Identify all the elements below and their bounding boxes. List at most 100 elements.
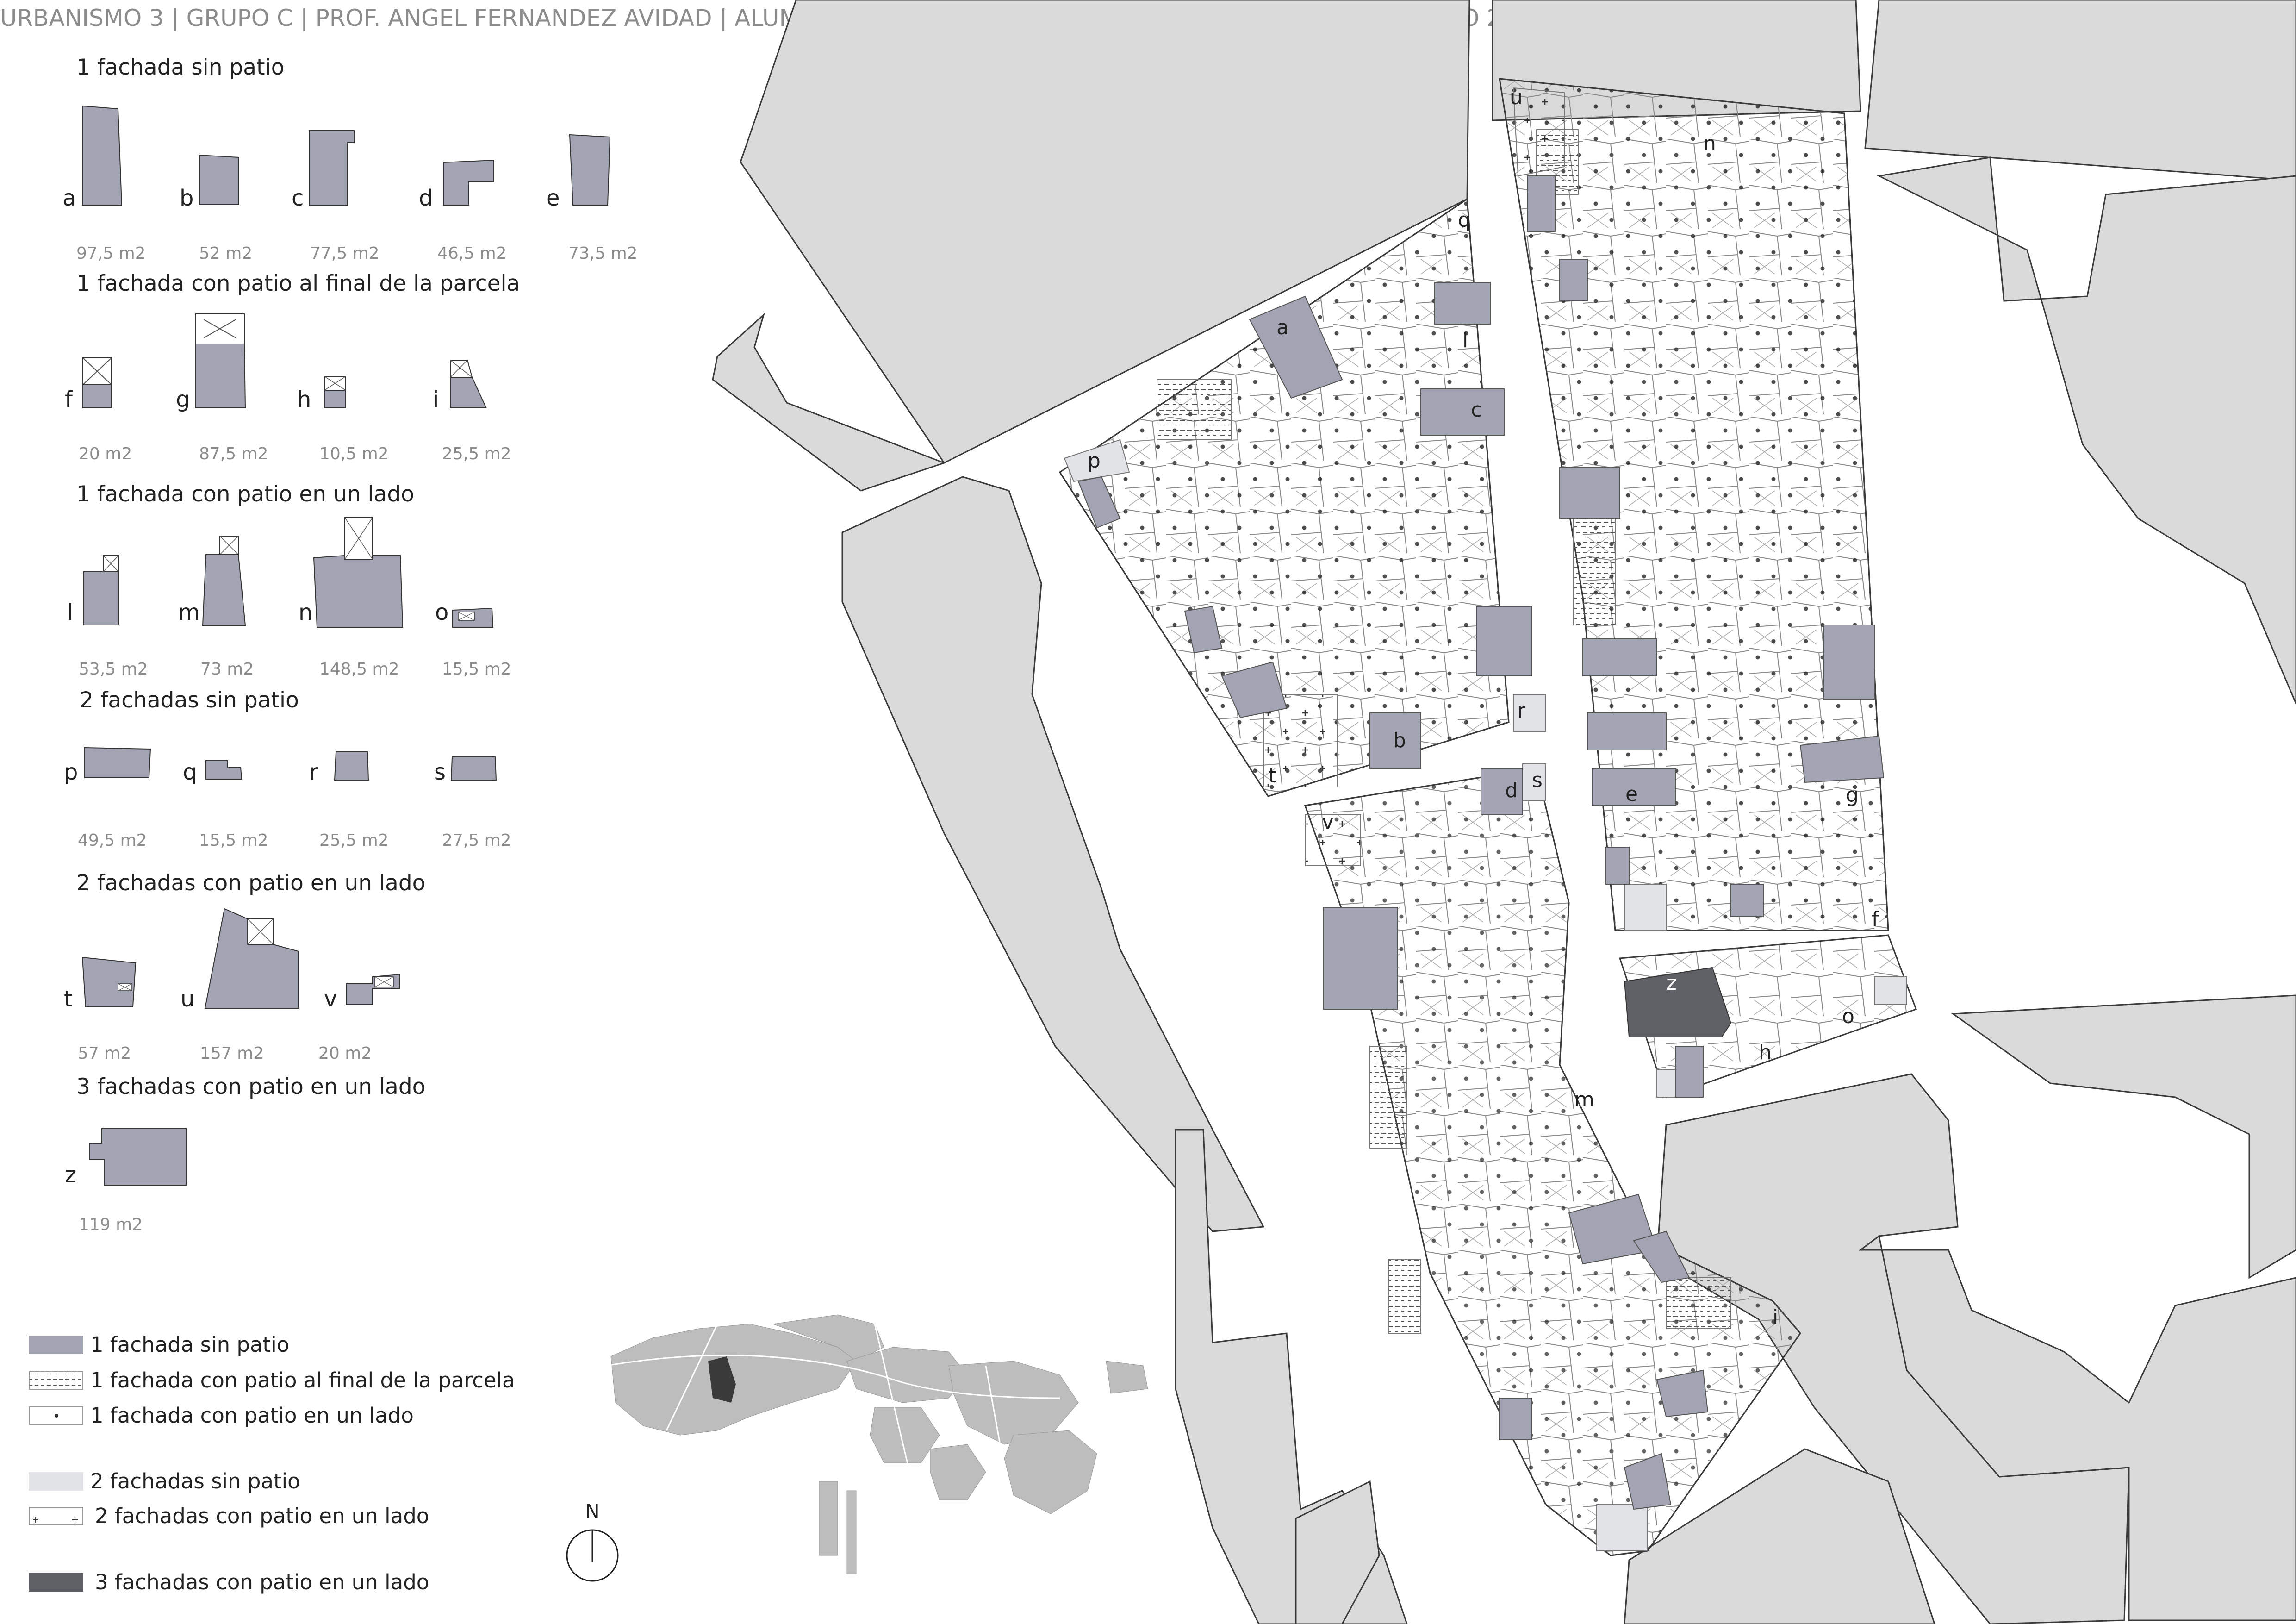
item-letter-b: b xyxy=(180,185,194,211)
item-letter-f: f xyxy=(65,387,73,412)
parcel-shape-r xyxy=(334,751,369,781)
map-label-r: r xyxy=(1517,699,1526,723)
parcel-shape-u xyxy=(204,908,299,1009)
legend-label-4: 2 fachadas sin patio xyxy=(90,1469,300,1493)
item-letter-r: r xyxy=(309,759,318,785)
section-title-6: 3 fachadas con patio en un lado xyxy=(76,1074,426,1099)
item-letter-c: c xyxy=(292,185,304,211)
section-title-2: 1 fachada con patio al final de la parce… xyxy=(76,271,520,296)
item-area-o: 15,5 m2 xyxy=(442,660,511,679)
item-area-f: 20 m2 xyxy=(79,444,132,463)
map-label-f: f xyxy=(1872,907,1879,931)
parcel-shape-o xyxy=(452,607,494,628)
north-label: N xyxy=(585,1500,600,1523)
item-area-n: 148,5 m2 xyxy=(319,660,399,679)
parcel-shape-b xyxy=(199,154,239,205)
item-area-m: 73 m2 xyxy=(200,660,254,679)
parcel-shape-s xyxy=(450,756,497,781)
item-area-b: 52 m2 xyxy=(199,244,253,263)
section-title-5: 2 fachadas con patio en un lado xyxy=(76,870,426,896)
item-letter-h: h xyxy=(297,387,311,412)
item-area-p: 49,5 m2 xyxy=(78,831,147,850)
legend-swatch-solid-dark xyxy=(29,1573,83,1592)
item-letter-e: e xyxy=(546,185,560,211)
section-title-1: 1 fachada sin patio xyxy=(76,55,285,80)
parcel-shape-d xyxy=(443,159,494,206)
item-area-l: 53,5 m2 xyxy=(79,660,148,679)
map-label-m: m xyxy=(1574,1088,1594,1112)
item-letter-l: l xyxy=(67,600,74,625)
parcel-shape-h xyxy=(324,376,346,408)
map-label-b: b xyxy=(1393,729,1406,752)
parcel-shape-z xyxy=(89,1128,187,1186)
map-label-v: v xyxy=(1322,810,1334,834)
legend-label-3: 1 fachada con patio en un lado xyxy=(90,1403,414,1428)
legend-swatch-hatch xyxy=(29,1371,83,1390)
item-letter-a: a xyxy=(62,185,76,211)
map-label-t: t xyxy=(1268,764,1276,787)
item-letter-t: t xyxy=(64,986,73,1012)
map-label-u: u xyxy=(1510,86,1523,109)
section-title-3: 1 fachada con patio en un lado xyxy=(76,481,414,507)
legend-swatch-crosses xyxy=(29,1507,83,1525)
item-area-t: 57 m2 xyxy=(78,1044,131,1063)
item-letter-v: v xyxy=(324,986,337,1012)
item-area-d: 46,5 m2 xyxy=(437,244,507,263)
parcel-shape-n xyxy=(313,517,404,628)
legend-label-2: 1 fachada con patio al final de la parce… xyxy=(90,1368,515,1393)
item-letter-q: q xyxy=(183,759,197,785)
parcel-shape-f xyxy=(82,357,112,408)
parcel-shape-i xyxy=(450,360,487,408)
parcel-shape-g xyxy=(195,313,246,408)
item-letter-s: s xyxy=(434,759,446,785)
item-letter-o: o xyxy=(435,600,449,625)
parcel-shape-l xyxy=(83,555,119,625)
parcel-shape-a xyxy=(82,105,123,206)
map-label-i: i xyxy=(1773,1305,1778,1329)
item-area-i: 25,5 m2 xyxy=(442,444,511,463)
parcel-shape-c xyxy=(309,130,355,206)
item-area-q: 15,5 m2 xyxy=(199,831,268,850)
map-label-g: g xyxy=(1846,783,1859,807)
map-label-n: n xyxy=(1703,132,1716,156)
item-area-v: 20 m2 xyxy=(318,1044,372,1063)
item-area-h: 10,5 m2 xyxy=(319,444,389,463)
section-title-4: 2 fachadas sin patio xyxy=(80,687,299,713)
item-area-z: 119 m2 xyxy=(79,1215,143,1234)
legend-label-1: 1 fachada sin patio xyxy=(90,1332,290,1357)
map-label-e: e xyxy=(1625,782,1638,806)
item-letter-n: n xyxy=(299,600,313,625)
north-compass-icon xyxy=(566,1529,619,1582)
map-label-p: p xyxy=(1088,449,1101,473)
map-label-s: s xyxy=(1532,768,1543,792)
parcel-shape-q xyxy=(205,760,243,780)
item-letter-u: u xyxy=(180,986,195,1012)
legend-swatch-dots xyxy=(29,1406,83,1425)
item-letter-d: d xyxy=(419,185,433,211)
item-area-r: 25,5 m2 xyxy=(319,831,389,850)
item-area-c: 77,5 m2 xyxy=(310,244,380,263)
legend-swatch-solid-light xyxy=(29,1472,83,1491)
map-label-l: l xyxy=(1462,329,1468,352)
northern-block xyxy=(1499,78,1889,931)
locator-map xyxy=(606,1314,1148,1574)
map-label-o: o xyxy=(1842,1005,1854,1028)
legend-label-6: 3 fachadas con patio en un lado xyxy=(95,1570,429,1594)
item-letter-g: g xyxy=(176,387,190,412)
legend-swatch-solid-lilac xyxy=(29,1336,83,1354)
map-label-c: c xyxy=(1471,398,1482,422)
item-letter-z: z xyxy=(65,1162,77,1188)
item-area-e: 73,5 m2 xyxy=(568,244,638,263)
item-area-u: 157 m2 xyxy=(200,1044,264,1063)
map-label-h: h xyxy=(1759,1041,1772,1064)
parcel-shape-m xyxy=(202,536,246,626)
item-letter-i: i xyxy=(433,387,439,412)
item-area-g: 87,5 m2 xyxy=(199,444,268,463)
map-label-z: z xyxy=(1666,971,1677,995)
item-area-a: 97,5 m2 xyxy=(76,244,146,263)
map-label-q: q xyxy=(1458,208,1471,232)
parcel-shape-v xyxy=(346,974,400,1005)
item-letter-p: p xyxy=(64,759,78,785)
item-letter-m: m xyxy=(178,600,200,625)
parcel-shape-e xyxy=(569,134,611,206)
